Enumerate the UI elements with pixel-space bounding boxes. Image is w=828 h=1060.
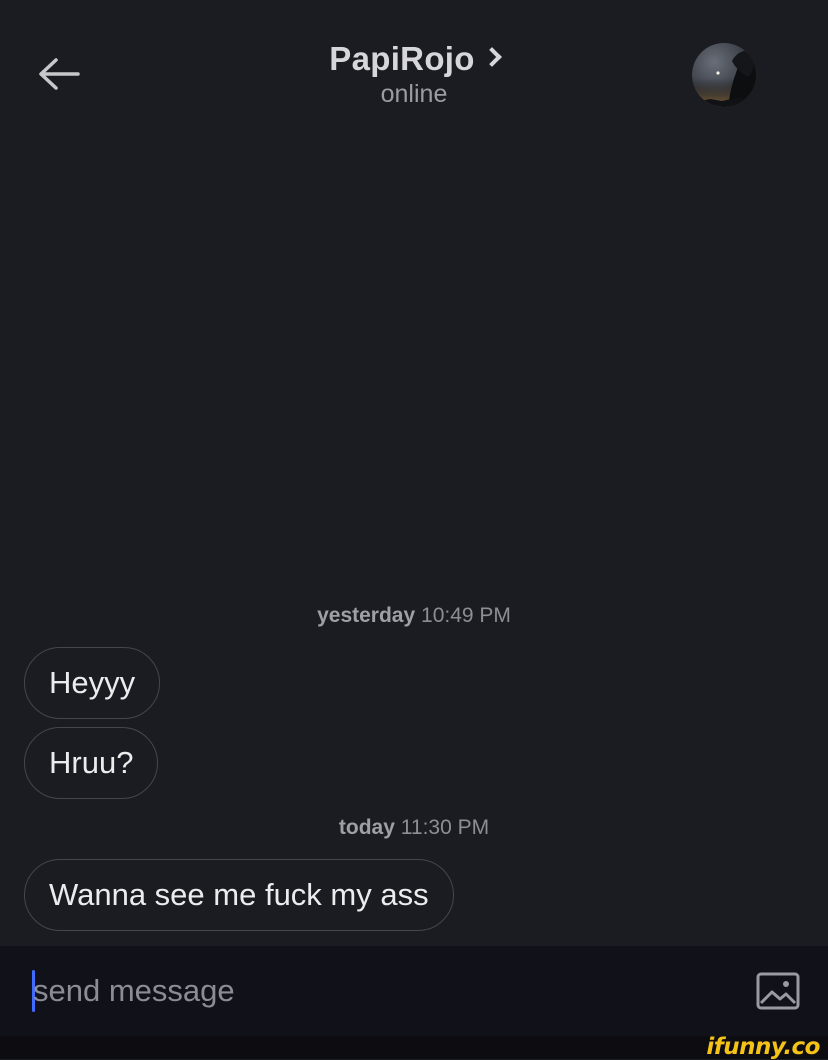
- image-icon: [756, 972, 800, 1010]
- chevron-right-icon: [481, 47, 502, 67]
- timestamp-day: today: [338, 816, 395, 839]
- image-button[interactable]: [754, 970, 802, 1012]
- message-composer: send message: [0, 946, 828, 1036]
- contact-name: PapiRojo: [329, 40, 475, 77]
- message-input[interactable]: send message: [33, 968, 235, 1014]
- message-bubble[interactable]: Wanna see me fuck my ass: [24, 859, 454, 931]
- bottom-strip: [0, 1036, 828, 1059]
- timestamp-time: 10:49 PM: [421, 604, 511, 627]
- timestamp-day: yesterday: [317, 604, 416, 627]
- ifunny-watermark: ifunny.co: [706, 1034, 820, 1060]
- timestamp-yesterday: yesterday 10:49 PM: [0, 604, 828, 628]
- timestamp-today: today 11:30 PM: [0, 816, 828, 840]
- avatar[interactable]: [692, 43, 756, 107]
- timestamp-time: 11:30 PM: [400, 816, 490, 839]
- chat-header: PapiRojo online: [0, 0, 828, 130]
- message-bubble[interactable]: Heyyy: [24, 647, 161, 719]
- message-bubble[interactable]: Hruu?: [24, 727, 159, 799]
